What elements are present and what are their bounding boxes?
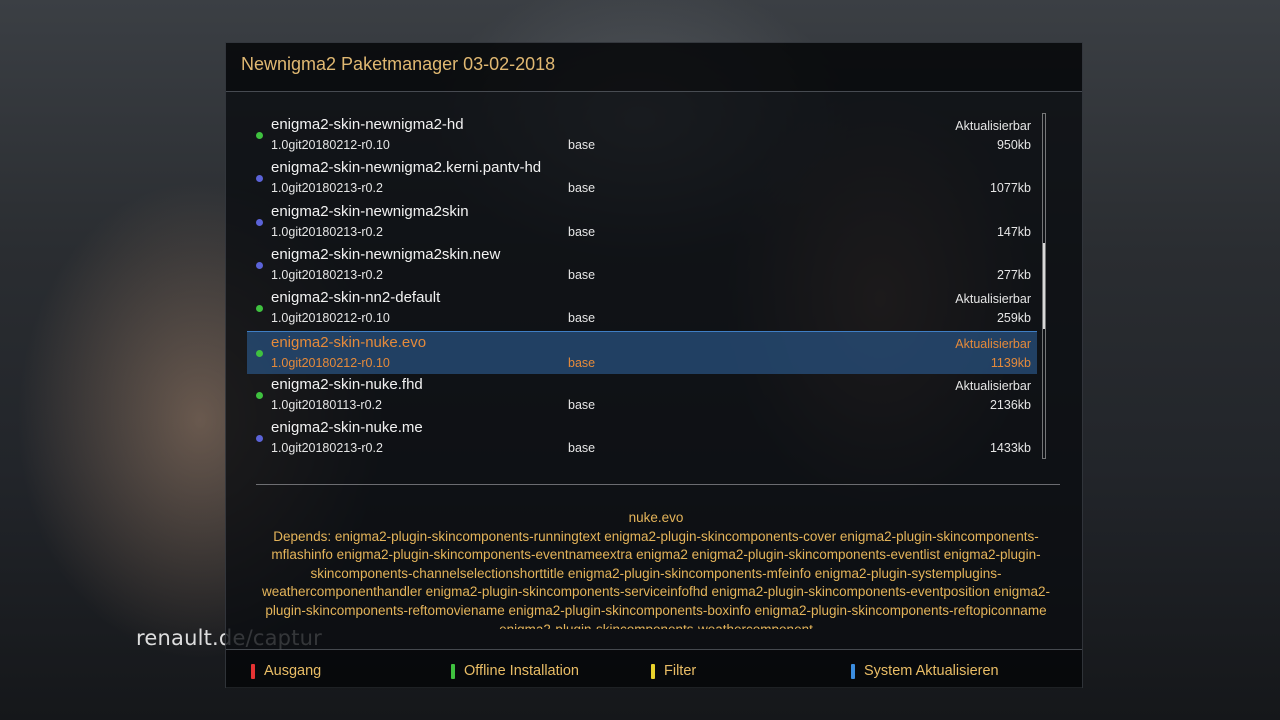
package-row[interactable]: enigma2-skin-newnigma2skin.new 1.0git2018… (247, 244, 1037, 287)
package-name: enigma2-skin-nuke.evo (271, 333, 427, 351)
package-size: 950kb (996, 138, 1031, 152)
package-size: 2136kb (989, 397, 1031, 412)
package-version: 1.0git20180212-r0.10 (271, 311, 390, 326)
green-dot-icon (256, 391, 263, 399)
yellow-key-icon (651, 663, 655, 679)
blue-dot-icon (256, 435, 263, 443)
package-row[interactable]: enigma2-skin-newnigma2skin 1.0git20180213… (247, 201, 1037, 244)
package-version: 1.0git20180212-r0.10 (271, 355, 390, 370)
description-text: Depends: enigma2-plugin-skincomponents-r… (262, 528, 1050, 629)
scrollbar-thumb[interactable] (1043, 243, 1045, 329)
package-row-selected[interactable]: enigma2-skin-nuke.evo 1.0git20180212-r0.1… (247, 330, 1037, 374)
exit-button-label: Ausgang (264, 663, 322, 679)
package-version: 1.0git20180113-r0.2 (271, 397, 382, 412)
package-row[interactable]: enigma2-skin-nuke.me 1.0git20180213-r0.2 b… (247, 417, 1037, 460)
package-name: enigma2-skin-newnigma2skin (271, 202, 469, 220)
package-section: base (568, 138, 596, 152)
package-version: 1.0git20180213-r0.2 (271, 267, 383, 282)
footer-button-bar: Ausgang Offline Installation Filter Syst… (226, 649, 1082, 688)
title-bar: Newnigma2 Paketmanager 03-02-2018 (226, 43, 1082, 92)
divider (256, 484, 1060, 485)
window-title: Newnigma2 Paketmanager 03-02-2018 (241, 54, 556, 74)
package-row[interactable]: enigma2-skin-newnigma2-hd 1.0git20180212-… (247, 114, 1037, 157)
filter-button-label: Filter (664, 663, 697, 679)
package-name: enigma2-skin-nn2-default (271, 289, 441, 307)
package-row[interactable]: enigma2-skin-nn2-default 1.0git20180212-r… (247, 287, 1037, 330)
package-list[interactable]: enigma2-skin-newnigma2-hd 1.0git20180212-… (247, 114, 1037, 462)
blue-key-icon (851, 663, 855, 679)
red-key-icon (251, 663, 255, 679)
package-size: 147kb (996, 224, 1031, 239)
package-version: 1.0git20180213-r0.2 (271, 181, 383, 196)
package-size: 277kb (996, 267, 1031, 282)
package-size: 1077kb (989, 181, 1031, 196)
package-version: 1.0git20180213-r0.2 (271, 441, 383, 456)
blue-dot-icon (256, 261, 263, 269)
package-section: base (568, 441, 596, 456)
green-dot-icon (256, 349, 263, 357)
package-name: enigma2-skin-nuke.me (271, 419, 423, 437)
package-version: 1.0git20180212-r0.10 (271, 138, 390, 152)
scrollbar[interactable] (1042, 113, 1046, 459)
blue-dot-icon (256, 218, 263, 226)
package-row[interactable]: enigma2-skin-nuke.fhd 1.0git20180113-r0.2… (247, 374, 1037, 417)
package-manager-window: Newnigma2 Paketmanager 03-02-2018 enigma… (225, 42, 1083, 688)
package-version: 1.0git20180213-r0.2 (271, 224, 383, 239)
package-name: enigma2-skin-newnigma2-hd (271, 116, 464, 133)
package-section: base (568, 311, 596, 326)
package-name: enigma2-skin-newnigma2skin.new (271, 245, 501, 263)
green-dot-icon (256, 305, 263, 313)
blue-dot-icon (256, 175, 263, 183)
package-status: Aktualisierbar (955, 378, 1031, 393)
package-size: 1433kb (989, 441, 1031, 456)
package-row[interactable]: enigma2-skin-newnigma2.kerni.pantv-hd 1.0… (247, 157, 1037, 200)
package-status: Aktualisierbar (955, 119, 1031, 133)
package-section: base (568, 181, 596, 196)
package-name: enigma2-skin-newnigma2.kerni.pantv-hd (271, 159, 542, 177)
package-status: Aktualisierbar (955, 292, 1031, 307)
package-section: base (568, 397, 596, 412)
green-key-icon (451, 663, 455, 679)
package-size: 1139kb (990, 355, 1031, 370)
package-status: Aktualisierbar (955, 336, 1031, 351)
package-name: enigma2-skin-nuke.fhd (271, 375, 423, 393)
filter-button[interactable]: Filter (651, 662, 696, 680)
offline-installation-label: Offline Installation (464, 663, 579, 679)
package-section: base (568, 224, 596, 239)
package-description: nuke.evo Depends: enigma2-plugin-skincom… (250, 509, 1062, 629)
exit-button[interactable]: Ausgang (251, 662, 321, 680)
offline-installation-button[interactable]: Offline Installation (451, 662, 579, 680)
system-update-button[interactable]: System Aktualisieren (851, 662, 999, 680)
package-size: 259kb (996, 311, 1031, 326)
package-section: base (568, 355, 596, 370)
description-title: nuke.evo (628, 510, 684, 525)
package-section: base (568, 267, 596, 282)
system-update-label: System Aktualisieren (864, 663, 999, 679)
green-dot-icon (256, 132, 263, 139)
